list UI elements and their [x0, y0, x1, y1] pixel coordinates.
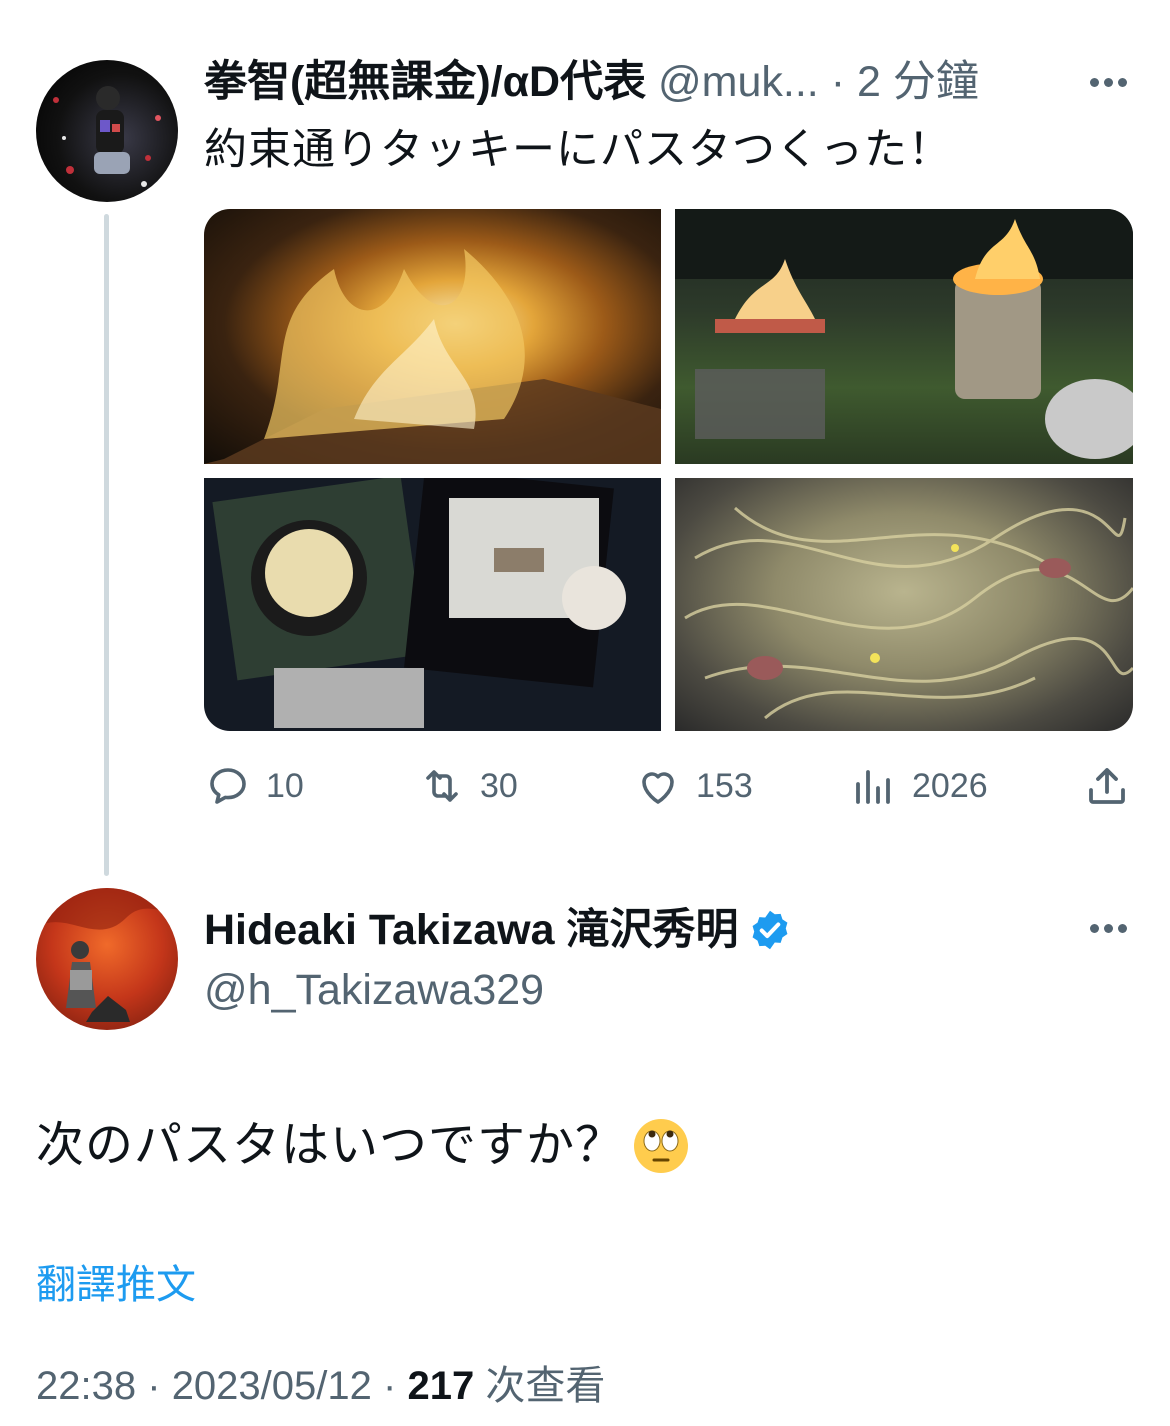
translate-tweet-link[interactable]: 翻譯推文 [36, 1257, 196, 1313]
share-icon [1089, 768, 1125, 804]
focused-more-icon[interactable] [1082, 908, 1134, 948]
parent-tweet-header: 拳智(超無課金)/αD代表 @muk... · 2 分鐘 [204, 52, 979, 112]
parent-tweet-time[interactable]: 2 分鐘 [857, 58, 979, 106]
tweet-time[interactable]: 22:38 [36, 1364, 136, 1408]
parent-tweet-text: 約束通りタッキーにパスタつくった！ [204, 126, 952, 174]
like-count: 153 [696, 766, 753, 805]
avatar-image [36, 888, 178, 1022]
reply-button[interactable]: 10 [204, 756, 304, 816]
tweet-view-count: 217 [407, 1364, 475, 1408]
focused-tweet-text: 次のパスタはいつですか？ [36, 1119, 625, 1172]
views-count: 2026 [912, 766, 988, 805]
parent-more-icon[interactable] [1082, 62, 1134, 102]
cooking-collage-image [212, 478, 626, 728]
focused-author-name-row: Hideaki Takizawa 滝沢秀明 [204, 898, 792, 962]
focused-author-avatar[interactable] [36, 888, 178, 1030]
media-photo-campfire[interactable] [204, 209, 661, 464]
views-button[interactable]: 2026 [850, 756, 988, 816]
parent-author-name[interactable]: 拳智(超無課金)/αD代表 [204, 58, 646, 106]
campfire-image [204, 249, 661, 464]
face-with-rolling-eyes-emoji-icon [634, 1119, 689, 1173]
media-photo-pasta-closeup[interactable] [675, 478, 1133, 731]
reply-count: 10 [266, 766, 304, 805]
parent-media-grid [204, 209, 1133, 731]
meta-separator: · [383, 1364, 397, 1408]
tweet-meta-line: 22:38 · 2023/05/12 · 217 次查看 [36, 1358, 605, 1414]
tweet-date[interactable]: 2023/05/12 [172, 1364, 372, 1408]
reply-icon [210, 768, 246, 804]
media-photo-fire-pit[interactable] [675, 209, 1133, 464]
fire-pit-image [675, 209, 1133, 459]
parent-author-avatar[interactable] [36, 60, 178, 202]
parent-author-handle[interactable]: @muk... [658, 58, 819, 106]
meta-separator: · [147, 1364, 161, 1408]
avatar-image [53, 86, 161, 187]
header-separator: · [830, 58, 846, 106]
pasta-image [684, 506, 1133, 720]
verified-badge-icon[interactable] [748, 908, 792, 952]
focused-author-name[interactable]: Hideaki Takizawa 滝沢秀明 [204, 898, 738, 962]
heart-icon [642, 772, 674, 804]
views-chart-icon [856, 770, 890, 804]
retweet-icon [426, 770, 458, 802]
parent-action-bar: 10 30 153 2026 [204, 756, 1133, 816]
media-photo-cooking-collage[interactable] [204, 478, 661, 731]
thread-connector-line [104, 214, 109, 876]
focused-tweet-text-row: 次のパスタはいつですか？ [36, 1114, 690, 1178]
like-button[interactable]: 153 [634, 756, 753, 816]
tweet-view-label: 次查看 [485, 1364, 606, 1408]
retweet-count: 30 [480, 766, 518, 805]
focused-author-handle[interactable]: @h_Takizawa329 [204, 962, 544, 1018]
share-button[interactable] [1083, 756, 1131, 816]
retweet-button[interactable]: 30 [418, 756, 518, 816]
